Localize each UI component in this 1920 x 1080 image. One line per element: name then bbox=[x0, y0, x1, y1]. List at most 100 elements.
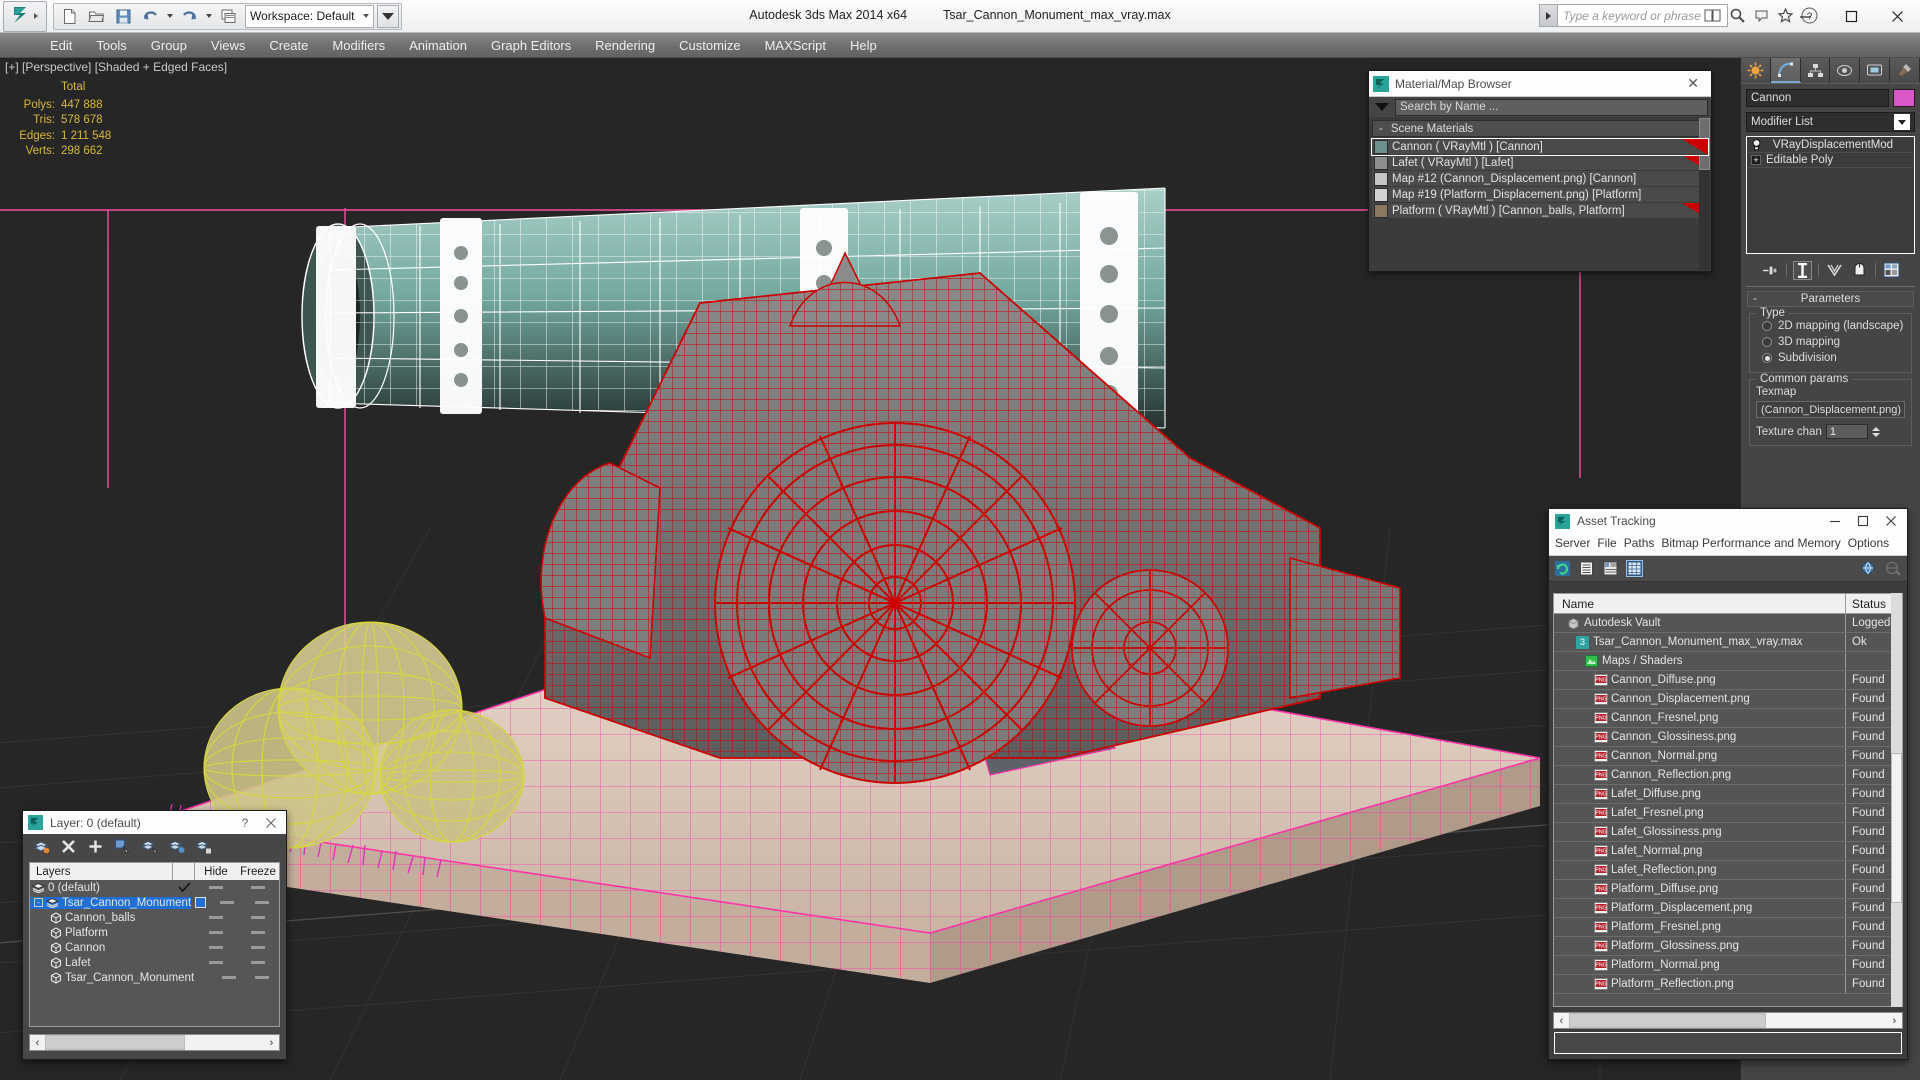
layer-row[interactable]: Platform bbox=[30, 925, 279, 940]
remove-modifier-icon[interactable] bbox=[1850, 261, 1869, 280]
asset-row[interactable]: PNG Platform_Normal.png Found bbox=[1554, 956, 1902, 975]
scrollbar-thumb[interactable] bbox=[1569, 1013, 1767, 1028]
asset-row[interactable]: PNG Platform_Displacement.png Found bbox=[1554, 899, 1902, 918]
help-search-box[interactable]: Type a keyword or phrase bbox=[1539, 4, 1728, 27]
layer-freeze-cell[interactable] bbox=[237, 916, 279, 919]
layer-hide-cell[interactable] bbox=[209, 901, 244, 904]
collapse-icon[interactable]: - bbox=[34, 898, 43, 907]
layer-help-button[interactable]: ? bbox=[232, 811, 258, 834]
asset-row[interactable]: PNG Cannon_Diffuse.png Found bbox=[1554, 671, 1902, 690]
asset-tracking-vertical-scrollbar[interactable] bbox=[1891, 593, 1902, 1007]
layer-row[interactable]: Cannon bbox=[30, 940, 279, 955]
layer-freeze-cell[interactable] bbox=[245, 976, 279, 979]
show-end-result-icon[interactable] bbox=[1792, 260, 1812, 280]
asset-row[interactable]: PNG Cannon_Reflection.png Found bbox=[1554, 766, 1902, 785]
close-button[interactable] bbox=[1874, 0, 1920, 33]
column-header-hide[interactable]: Hide bbox=[195, 863, 237, 880]
scene-materials-group-header[interactable]: - Scene Materials bbox=[1372, 120, 1708, 137]
maximize-button[interactable] bbox=[1828, 0, 1874, 33]
modify-tab[interactable] bbox=[1770, 58, 1801, 83]
material-list-item[interactable]: Platform ( VRayMtl ) [Cannon_balls, Plat… bbox=[1372, 203, 1708, 219]
layer-hide-cell[interactable] bbox=[195, 961, 237, 964]
refresh-icon[interactable] bbox=[1554, 560, 1571, 577]
layer-properties-icon[interactable] bbox=[194, 837, 212, 855]
infocenter-icon[interactable] bbox=[1703, 5, 1724, 26]
modifier-list-dropdown[interactable]: Modifier List bbox=[1746, 112, 1915, 132]
rollout-collapse-icon[interactable]: - bbox=[1753, 293, 1757, 305]
stack-item-editable-poly[interactable]: + Editable Poly bbox=[1748, 153, 1913, 168]
material-list-item[interactable]: Map #12 (Cannon_Displacement.png) [Canno… bbox=[1372, 171, 1708, 187]
layer-hide-cell[interactable] bbox=[195, 931, 237, 934]
radio-button-icon[interactable] bbox=[1762, 337, 1772, 347]
material-browser-close-icon[interactable]: ✕ bbox=[1679, 75, 1707, 92]
search-dropdown-icon[interactable] bbox=[1539, 4, 1558, 27]
material-list-item[interactable]: Cannon ( VRayMtl ) [Cannon] bbox=[1371, 138, 1709, 156]
asset-row[interactable]: PNG Cannon_Displacement.png Found bbox=[1554, 690, 1902, 709]
texture-chan-input[interactable]: 1 bbox=[1825, 424, 1868, 439]
communication-center-icon[interactable] bbox=[1751, 5, 1772, 26]
motion-tab[interactable] bbox=[1830, 58, 1861, 83]
menu-item-group[interactable]: Group bbox=[139, 35, 199, 56]
type-radio-option[interactable]: Subdivision bbox=[1756, 350, 1905, 366]
asset-row[interactable]: Autodesk Vault Logged bbox=[1554, 614, 1902, 633]
menu-item-graph-editors[interactable]: Graph Editors bbox=[479, 35, 583, 56]
layer-row[interactable]: 0 (default) bbox=[30, 880, 279, 895]
scroll-track[interactable] bbox=[45, 1035, 264, 1050]
layer-current-cell[interactable] bbox=[191, 897, 209, 908]
scroll-right-arrow-icon[interactable]: › bbox=[1887, 1015, 1902, 1027]
asset-menu-item-paths[interactable]: Paths bbox=[1624, 535, 1662, 552]
column-header-freeze[interactable]: Freeze bbox=[237, 863, 279, 880]
asset-menu-item-file[interactable]: File bbox=[1597, 535, 1623, 552]
menu-item-maxscript[interactable]: MAXScript bbox=[753, 35, 838, 56]
chevron-down-icon[interactable] bbox=[1894, 114, 1910, 130]
highlight-selected-icon[interactable] bbox=[167, 837, 185, 855]
scrollbar-thumb[interactable] bbox=[45, 1035, 186, 1050]
asset-menu-item-options[interactable]: Options bbox=[1848, 535, 1896, 552]
new-file-icon[interactable] bbox=[56, 4, 82, 28]
hierarchy-tab[interactable] bbox=[1800, 58, 1831, 83]
asset-row[interactable]: PNG Lafet_Fresnel.png Found bbox=[1554, 804, 1902, 823]
menu-item-tools[interactable]: Tools bbox=[84, 35, 138, 56]
asset-row[interactable]: Maps / Shaders bbox=[1554, 652, 1902, 671]
layer-hide-cell[interactable] bbox=[195, 916, 237, 919]
select-highlighted-icon[interactable] bbox=[140, 837, 158, 855]
scene-explorer-icon[interactable] bbox=[215, 4, 241, 28]
type-radio-option[interactable]: 2D mapping (landscape) bbox=[1756, 318, 1905, 334]
layer-row[interactable]: Tsar_Cannon_Monument bbox=[30, 970, 279, 985]
column-header-layers[interactable]: Layers bbox=[30, 863, 173, 880]
search-icon[interactable] bbox=[1727, 5, 1748, 26]
minimize-button[interactable] bbox=[1782, 0, 1828, 33]
workspace-menu-button[interactable] bbox=[376, 4, 399, 28]
menu-item-rendering[interactable]: Rendering bbox=[583, 35, 667, 56]
scroll-right-arrow-icon[interactable]: › bbox=[264, 1037, 279, 1049]
create-tab[interactable] bbox=[1741, 58, 1771, 83]
asset-menu-item-bitmap-performance-and-memory[interactable]: Bitmap Performance and Memory bbox=[1661, 535, 1847, 552]
redo-icon[interactable] bbox=[176, 4, 202, 28]
light-bulb-icon[interactable] bbox=[1751, 139, 1762, 151]
grid-view-icon[interactable] bbox=[1626, 560, 1643, 577]
parameters-rollout-header[interactable]: - Parameters bbox=[1747, 291, 1914, 307]
layer-freeze-cell[interactable] bbox=[237, 946, 279, 949]
asset-tracking-maximize-button[interactable] bbox=[1849, 509, 1877, 533]
asset-row[interactable]: 3 Tsar_Cannon_Monument_max_vray.max Ok bbox=[1554, 633, 1902, 652]
undo-icon[interactable] bbox=[137, 4, 163, 28]
asset-row[interactable]: PNG Lafet_Reflection.png Found bbox=[1554, 861, 1902, 880]
asset-row[interactable]: PNG Cannon_Normal.png Found bbox=[1554, 747, 1902, 766]
asset-tracking-window[interactable]: Asset Tracking Server File Paths Bitmap Per… bbox=[1548, 508, 1908, 1060]
material-browser-options-icon[interactable] bbox=[1375, 103, 1389, 111]
modifier-stack[interactable]: VRayDisplacementMod + Editable Poly bbox=[1746, 136, 1915, 254]
vault-login-icon[interactable] bbox=[1885, 560, 1902, 577]
make-unique-icon[interactable] bbox=[1825, 261, 1844, 280]
layer-freeze-cell[interactable] bbox=[237, 961, 279, 964]
layer-freeze-cell[interactable] bbox=[237, 931, 279, 934]
asset-row[interactable]: PNG Lafet_Glossiness.png Found bbox=[1554, 823, 1902, 842]
viewport-label[interactable]: [+] [Perspective] [Shaded + Edged Faces] bbox=[5, 60, 227, 74]
asset-row[interactable]: PNG Platform_Reflection.png Found bbox=[1554, 975, 1902, 994]
asset-row[interactable]: PNG Cannon_Glossiness.png Found bbox=[1554, 728, 1902, 747]
configure-modifier-sets-icon[interactable] bbox=[1882, 261, 1901, 280]
layer-current-cell[interactable] bbox=[173, 882, 195, 893]
layer-row[interactable]: Lafet bbox=[30, 955, 279, 970]
menu-item-edit[interactable]: Edit bbox=[38, 35, 84, 56]
asset-row[interactable]: PNG Lafet_Normal.png Found bbox=[1554, 842, 1902, 861]
checkbox-icon[interactable] bbox=[194, 897, 206, 908]
